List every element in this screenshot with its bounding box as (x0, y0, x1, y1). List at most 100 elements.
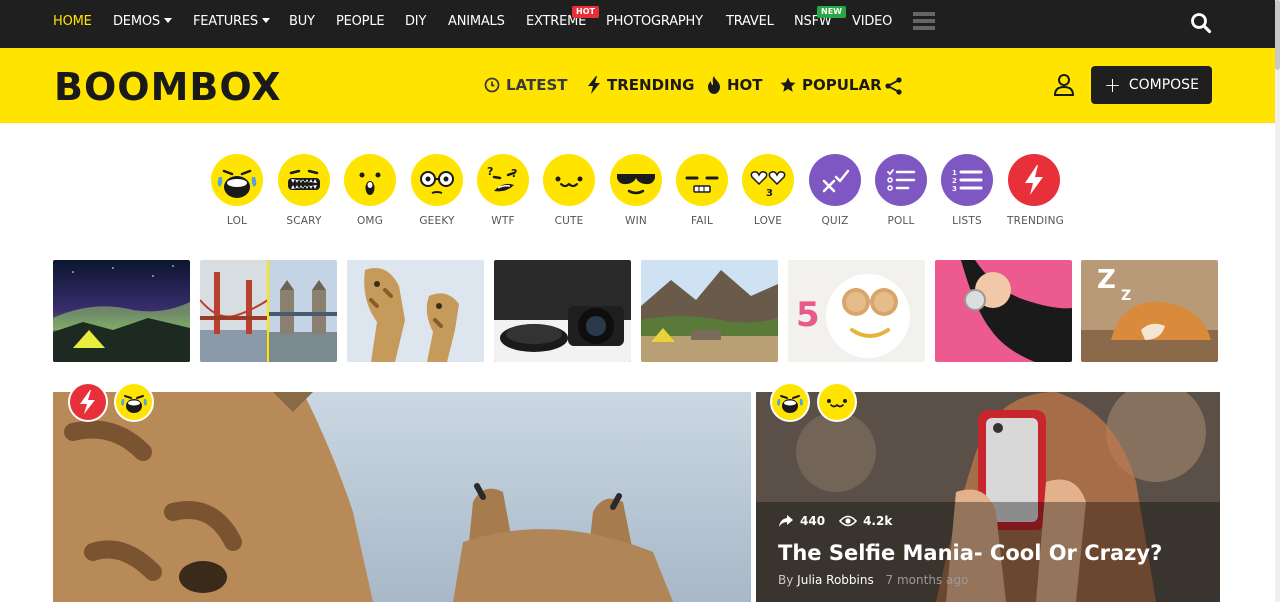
nav-demos-label: DEMOS (113, 14, 160, 29)
reaction-lol[interactable]: LOL (210, 153, 264, 227)
chevron-down-icon (261, 18, 270, 23)
share-count: 440 (800, 514, 826, 528)
thumbnail-desert-camp[interactable] (641, 260, 778, 362)
reaction-lists[interactable]: 123 LISTS (940, 153, 994, 227)
nav-home[interactable]: HOME (53, 14, 92, 29)
post-stats: 440 4.2k (778, 514, 906, 528)
svg-text:5: 5 (796, 295, 820, 335)
reaction-love[interactable]: 3 LOVE (741, 153, 795, 227)
svg-text:Z: Z (1121, 288, 1131, 304)
scrollbar-thumb[interactable] (1275, 0, 1280, 70)
chevron-down-icon (163, 18, 172, 23)
nav-animals[interactable]: ANIMALS (448, 14, 505, 29)
reaction-omg[interactable]: OMG (343, 153, 397, 227)
header-nav-hot[interactable]: HOT (707, 76, 763, 94)
thumbnail-aurora-camping[interactable] (53, 260, 190, 362)
wtf-face-icon: ?? (477, 154, 529, 206)
lol-badge-icon[interactable] (770, 382, 810, 422)
thumbnail-sleeping-fox[interactable]: Z Z (1081, 260, 1218, 362)
thumbnail-giraffes[interactable] (347, 260, 484, 362)
header-nav-hot-label: HOT (727, 76, 763, 94)
reaction-cute[interactable]: CUTE (542, 153, 596, 227)
reaction-quiz[interactable]: QUIZ (808, 153, 862, 227)
search-icon[interactable] (1190, 12, 1212, 34)
reaction-win-label: WIN (625, 215, 647, 227)
header-nav-trending-label: TRENDING (607, 76, 695, 94)
reaction-quiz-label: QUIZ (821, 215, 849, 227)
star-icon (780, 77, 796, 92)
trending-lightning-icon (1008, 154, 1060, 206)
clock-icon (484, 77, 500, 93)
site-logo[interactable]: BOOMBOX (54, 65, 282, 109)
svg-text:3: 3 (952, 185, 957, 193)
reaction-scary[interactable]: SCARY (277, 153, 331, 227)
nav-travel[interactable]: TRAVEL (726, 14, 774, 29)
trending-badge-icon[interactable] (68, 382, 108, 422)
share-icon[interactable] (884, 76, 904, 100)
header-nav-latest-label: LATEST (506, 76, 568, 94)
reaction-wtf[interactable]: ?? WTF (476, 153, 530, 227)
nav-photography[interactable]: PHOTOGRAPHY (606, 14, 703, 29)
nav-buy[interactable]: BUY (289, 14, 315, 29)
header-nav-popular[interactable]: POPULAR (780, 76, 882, 94)
eye-icon (839, 515, 858, 527)
post-title[interactable]: The Selfie Mania- Cool Or Crazy? (778, 541, 1162, 565)
reaction-lists-label: LISTS (952, 215, 982, 227)
post-byline: By Julia Robbins 7 months ago (778, 573, 968, 587)
reaction-omg-label: OMG (356, 215, 384, 227)
fail-face-icon (676, 154, 728, 206)
poll-icon (875, 154, 927, 206)
svg-text:2: 2 (952, 177, 957, 185)
lol-face-icon (211, 154, 263, 206)
reaction-cute-label: CUTE (554, 215, 584, 227)
featured-post-selfie[interactable] (756, 392, 1220, 602)
cute-badge-icon[interactable] (817, 382, 857, 422)
nav-demos[interactable]: DEMOS (113, 14, 172, 29)
reaction-lol-label: LOL (226, 215, 248, 227)
svg-text:Z: Z (1097, 265, 1116, 295)
top-navigation-bar: HOME DEMOS FEATURES BUY PEOPLE DIY ANIMA… (0, 0, 1275, 48)
reaction-geeky-label: GEEKY (419, 215, 455, 227)
hamburger-menu-icon[interactable] (913, 12, 935, 32)
reaction-geeky[interactable]: GEEKY (410, 153, 464, 227)
reaction-win[interactable]: WIN (609, 153, 663, 227)
reaction-fail[interactable]: FAIL (675, 153, 729, 227)
nav-diy[interactable]: DIY (405, 14, 426, 29)
svg-text:?: ? (487, 165, 493, 178)
reaction-scary-label: SCARY (286, 215, 322, 227)
lists-icon: 123 (941, 154, 993, 206)
nav-features-label: FEATURES (193, 14, 258, 29)
cute-face-icon (543, 154, 595, 206)
page-scrollbar[interactable] (1275, 0, 1280, 602)
thumbnail-breakfast-recipes[interactable]: 5 (788, 260, 925, 362)
reaction-love-label: LOVE (753, 215, 783, 227)
fire-icon (708, 76, 720, 94)
nav-people[interactable]: PEOPLE (336, 14, 385, 29)
compose-label: COMPOSE (1128, 77, 1199, 93)
reaction-wtf-label: WTF (491, 215, 515, 227)
love-face-icon: 3 (742, 154, 794, 206)
win-face-icon (610, 154, 662, 206)
svg-text:1: 1 (952, 169, 957, 177)
thumbnail-camera-lens[interactable] (494, 260, 631, 362)
compose-button[interactable]: + COMPOSE (1091, 66, 1212, 104)
nav-features[interactable]: FEATURES (193, 14, 270, 29)
header-nav-latest[interactable]: LATEST (484, 76, 568, 94)
reaction-fail-label: FAIL (690, 215, 713, 227)
omg-face-icon (344, 154, 396, 206)
quiz-icon (809, 154, 861, 206)
nav-video[interactable]: VIDEO (852, 14, 892, 29)
post-author[interactable]: Julia Robbins (797, 573, 874, 587)
reaction-trending[interactable]: TRENDING (1007, 153, 1064, 227)
plus-icon: + (1104, 73, 1121, 97)
header-nav-trending[interactable]: TRENDING (587, 76, 694, 94)
thumbnail-headphones-girl[interactable] (935, 260, 1072, 362)
header-nav-popular-label: POPULAR (802, 76, 882, 94)
thumbnail-bridges[interactable] (200, 260, 337, 362)
user-icon[interactable] (1053, 73, 1075, 101)
view-count: 4.2k (863, 514, 893, 528)
lol-badge-icon[interactable] (114, 382, 154, 422)
geeky-face-icon (411, 154, 463, 206)
reaction-poll[interactable]: POLL (874, 153, 928, 227)
featured-post-giraffes[interactable] (53, 392, 751, 602)
